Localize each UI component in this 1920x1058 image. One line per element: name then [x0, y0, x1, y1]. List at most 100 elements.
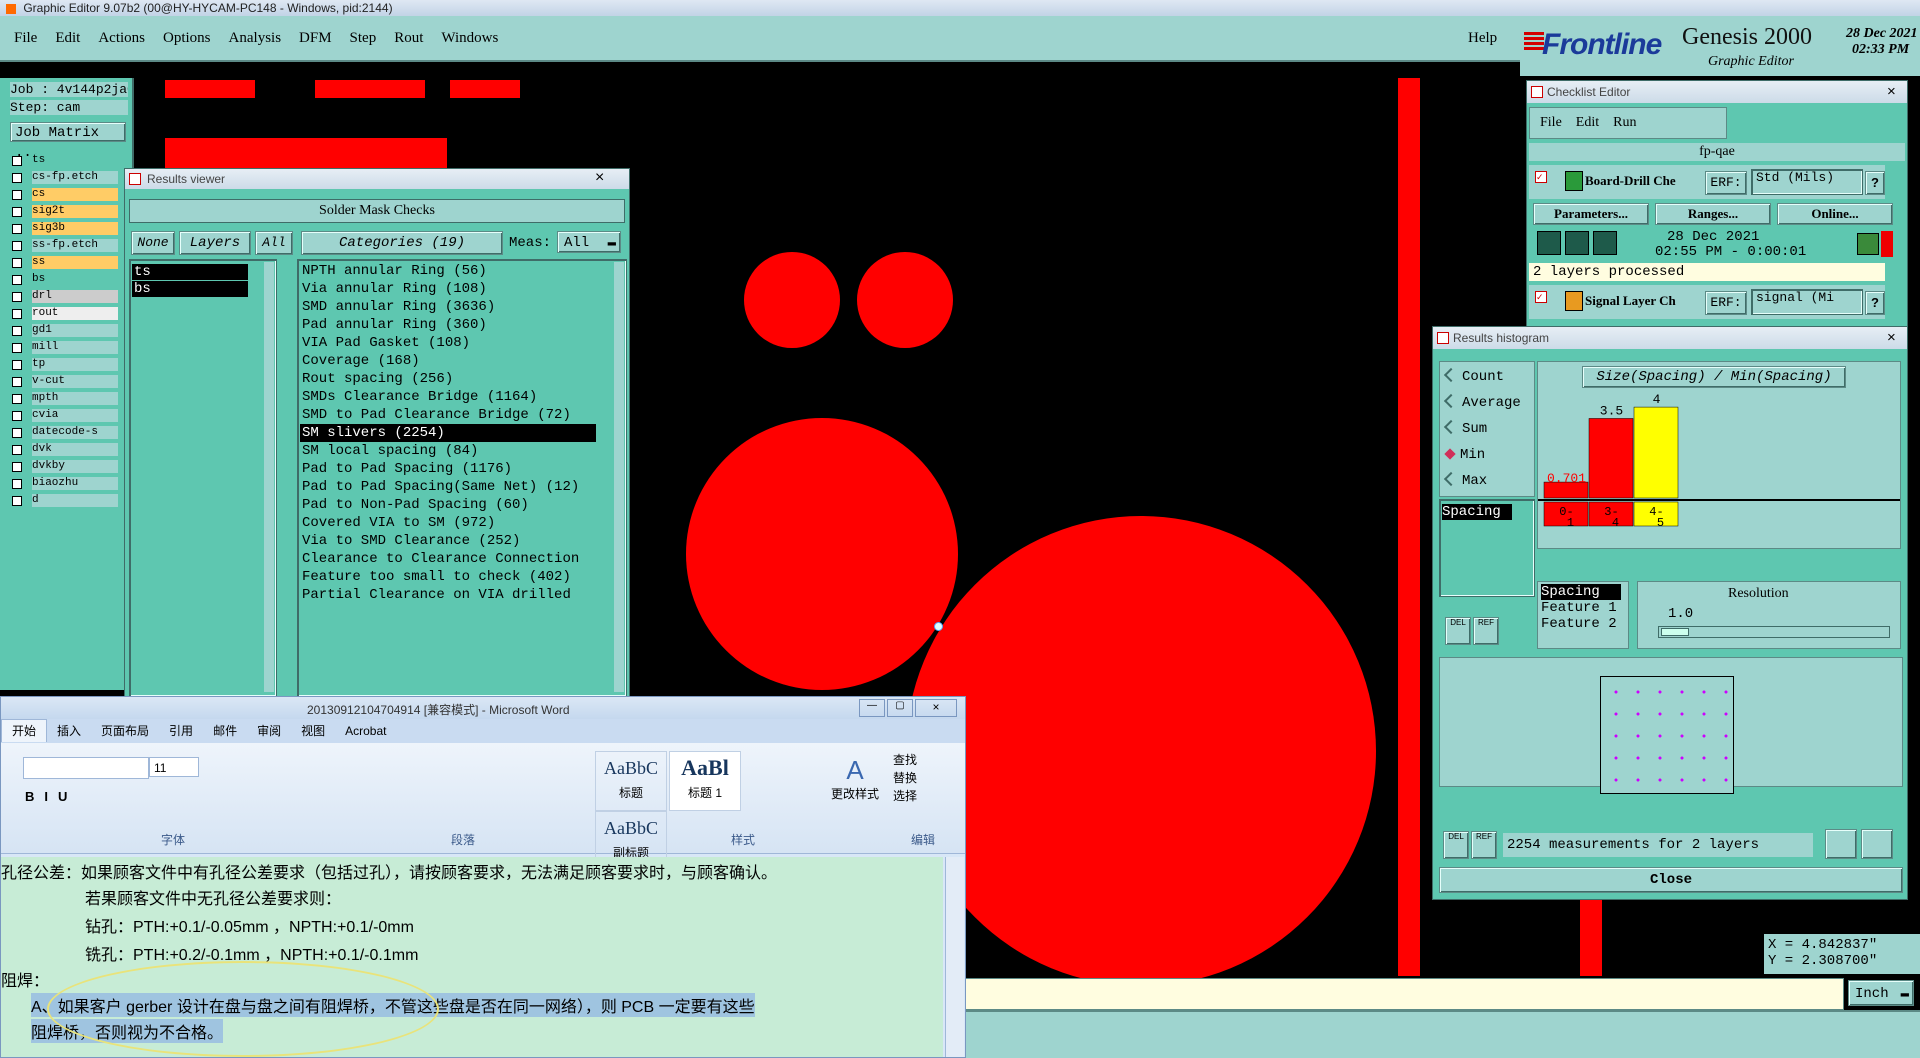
run-icon[interactable]: [1565, 231, 1589, 255]
erf-button[interactable]: ERF:: [1705, 171, 1747, 195]
help-button[interactable]: ?: [1865, 291, 1885, 315]
measure-list-item[interactable]: Spacing: [1442, 504, 1512, 520]
category-item[interactable]: Pad to Pad Spacing (1176): [300, 460, 624, 478]
layer-row[interactable]: tp: [12, 358, 128, 371]
all-layers-button[interactable]: All: [255, 231, 293, 255]
ribbon-tab[interactable]: 视图: [291, 720, 335, 742]
export-icon[interactable]: [1861, 829, 1893, 859]
aggregate-option[interactable]: Count: [1440, 362, 1534, 388]
layer-row[interactable]: cs-fp.etch: [12, 171, 128, 184]
layer-checkbox[interactable]: [12, 410, 22, 421]
menu-windows[interactable]: Windows: [441, 30, 498, 46]
aggregate-option[interactable]: Min: [1440, 440, 1534, 466]
close-icon[interactable]: ×: [1887, 329, 1896, 346]
ref-button[interactable]: REF: [1473, 617, 1499, 645]
ribbon-tab[interactable]: 插入: [47, 720, 91, 742]
checklist-online-button[interactable]: Online...: [1777, 203, 1893, 225]
layer-checkbox[interactable]: [12, 427, 22, 438]
font-size-box[interactable]: 11: [149, 757, 199, 777]
category-item[interactable]: Via to SMD Clearance (252): [300, 532, 624, 550]
aggregate-option[interactable]: Sum: [1440, 414, 1534, 440]
measure-list[interactable]: Spacing: [1439, 499, 1535, 597]
category-item[interactable]: Pad to Non-Pad Spacing (60): [300, 496, 624, 514]
category-item[interactable]: Via annular Ring (108): [300, 280, 624, 298]
layer-checkbox[interactable]: [12, 342, 22, 353]
layer-row[interactable]: dvk: [12, 443, 128, 456]
category-item[interactable]: VIA Pad Gasket (108): [300, 334, 624, 352]
layer-checkbox[interactable]: [12, 274, 22, 285]
layer-checkbox[interactable]: [12, 376, 22, 387]
run-icon[interactable]: [1537, 231, 1561, 255]
category-item[interactable]: SMD to Pad Clearance Bridge (72): [300, 406, 624, 424]
layer-row[interactable]: sig2t: [12, 205, 128, 218]
layer-checkbox[interactable]: [12, 240, 22, 251]
meas-select[interactable]: All ▬: [557, 231, 621, 253]
font-name-box[interactable]: [23, 757, 149, 779]
menu-file[interactable]: File: [14, 30, 37, 46]
category-item[interactable]: Covered VIA to SM (972): [300, 514, 624, 532]
category-item[interactable]: SMD annular Ring (3636): [300, 298, 624, 316]
selected-layer-item[interactable]: ts: [132, 264, 248, 280]
edit-command[interactable]: 替换: [893, 769, 963, 787]
radio-icon[interactable]: [1443, 419, 1459, 435]
close-icon[interactable]: ×: [595, 169, 604, 187]
radio-icon[interactable]: [1443, 471, 1459, 487]
layer-checkbox[interactable]: [12, 461, 22, 472]
category-item[interactable]: Rout spacing (256): [300, 370, 624, 388]
category-item[interactable]: Pad annular Ring (360): [300, 316, 624, 334]
layer-row[interactable]: mpth: [12, 392, 128, 405]
layer-row[interactable]: ss-fp.etch: [12, 239, 128, 252]
radio-icon[interactable]: [1443, 393, 1459, 409]
layer-checkbox[interactable]: [12, 308, 22, 319]
category-item[interactable]: Partial Clearance on VIA drilled: [300, 586, 624, 604]
category-item[interactable]: NPTH annular Ring (56): [300, 262, 624, 280]
del-button[interactable]: DEL: [1443, 831, 1469, 859]
category-item[interactable]: Feature too small to check (402): [300, 568, 624, 586]
layer-checkbox[interactable]: [12, 478, 22, 489]
close-icon[interactable]: ×: [1887, 83, 1896, 100]
checklist-ranges-button[interactable]: Ranges...: [1655, 203, 1771, 225]
zoom-icon[interactable]: [1857, 233, 1879, 255]
layer-row[interactable]: cs: [12, 188, 128, 201]
ribbon-tab[interactable]: Acrobat: [335, 720, 396, 742]
help-button[interactable]: ?: [1865, 171, 1885, 195]
layer-checkbox[interactable]: [12, 444, 22, 455]
layer-checkbox[interactable]: [12, 495, 22, 506]
layer-row[interactable]: dvkby: [12, 460, 128, 473]
ribbon-tab[interactable]: 审阅: [247, 720, 291, 742]
erf-button[interactable]: ERF:: [1705, 291, 1747, 315]
units-select[interactable]: Inch ▬: [1848, 980, 1914, 1006]
category-item[interactable]: Coverage (168): [300, 352, 624, 370]
run-icon[interactable]: [1593, 231, 1617, 255]
style-item[interactable]: AaBbC 标题: [595, 751, 667, 811]
check-flag-icon[interactable]: ✓: [1535, 171, 1547, 183]
layer-row[interactable]: cvia: [12, 409, 128, 422]
layer-row[interactable]: gd1: [12, 324, 128, 337]
layer-row[interactable]: bs: [12, 273, 128, 286]
layer-row[interactable]: sig3b: [12, 222, 128, 235]
style-item[interactable]: AaBl 标题 1: [669, 751, 741, 811]
layer-row[interactable]: d: [12, 494, 128, 507]
edit-command[interactable]: 查找: [893, 751, 963, 769]
layer-checkbox[interactable]: [12, 325, 22, 336]
maximize-icon[interactable]: ▢: [887, 699, 913, 717]
layer-checkbox[interactable]: [12, 189, 22, 200]
menu-dfm[interactable]: DFM: [299, 30, 332, 46]
radio-selected-icon[interactable]: [1444, 448, 1456, 460]
aggregate-option[interactable]: Max: [1440, 466, 1534, 492]
command-line[interactable]: [960, 978, 1844, 1010]
vertical-scrollbar[interactable]: [945, 857, 964, 1057]
layer-row[interactable]: rout: [12, 307, 128, 320]
parameter-item[interactable]: Feature 2: [1541, 616, 1625, 632]
parameter-item[interactable]: Spacing: [1541, 584, 1621, 600]
layer-checkbox[interactable]: [12, 257, 22, 268]
layer-row[interactable]: ss: [12, 256, 128, 269]
category-item[interactable]: SMDs Clearance Bridge (1164): [300, 388, 624, 406]
checklist-menu-edit[interactable]: Edit: [1576, 115, 1599, 130]
layer-checkbox[interactable]: [12, 393, 22, 404]
categories-listbox[interactable]: NPTH annular Ring (56) Via annular Ring (…: [297, 259, 627, 697]
layers-button[interactable]: Layers: [179, 231, 251, 255]
change-styles[interactable]: A 更改样式: [827, 755, 883, 815]
job-matrix-button[interactable]: Job Matrix ...: [10, 122, 126, 161]
ribbon-tab[interactable]: 页面布局: [91, 720, 159, 742]
